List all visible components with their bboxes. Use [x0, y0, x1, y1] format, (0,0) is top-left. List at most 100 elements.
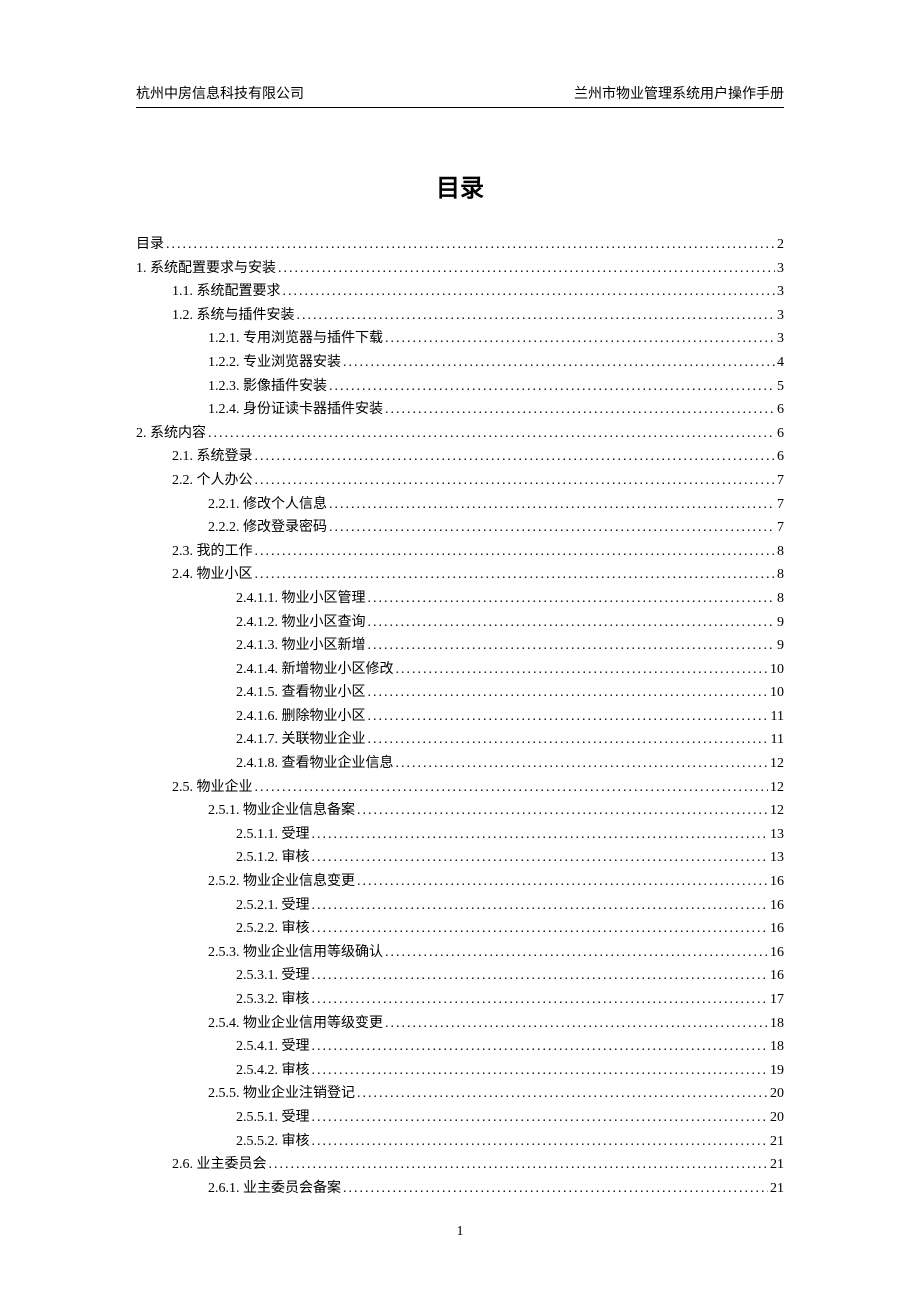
toc-entry[interactable]: 2.4.1.4. 新增物业小区修改 10: [136, 658, 784, 682]
toc-entry[interactable]: 2.1. 系统登录6: [136, 445, 784, 469]
toc-leader-dots: [385, 941, 768, 965]
toc-entry-page: 5: [777, 375, 784, 399]
toc-entry[interactable]: 2.5.1.1. 受理13: [136, 823, 784, 847]
toc-entry-label: 2.5.5.1. 受理: [236, 1106, 310, 1130]
toc-leader-dots: [297, 304, 776, 328]
toc-entry-page: 12: [770, 752, 784, 776]
toc-entry-page: 16: [770, 870, 784, 894]
toc-leader-dots: [368, 705, 769, 729]
toc-entry-page: 7: [777, 516, 784, 540]
toc-leader-dots: [208, 422, 775, 446]
toc-entry-label: 1.2.4. 身份证读卡器插件安装: [208, 398, 383, 422]
toc-leader-dots: [278, 257, 775, 281]
toc-leader-dots: [343, 1177, 768, 1201]
toc-leader-dots: [368, 728, 769, 752]
toc-entry[interactable]: 2.5.4.1. 受理18: [136, 1035, 784, 1059]
toc-entry[interactable]: 1.2.2. 专业浏览器安装4: [136, 351, 784, 375]
toc-entry-page: 12: [770, 799, 784, 823]
toc-entry[interactable]: 2.4.1.5. 查看物业小区10: [136, 681, 784, 705]
toc-leader-dots: [312, 917, 769, 941]
toc-entry-label: 2.5.5.2. 审核: [236, 1130, 310, 1154]
toc-entry-page: 6: [777, 445, 784, 469]
toc-leader-dots: [312, 823, 769, 847]
toc-entry[interactable]: 目录2: [136, 233, 784, 257]
toc-entry-page: 8: [777, 587, 784, 611]
toc-entry-label: 2.4.1.2. 物业小区查询: [236, 611, 366, 635]
toc-entry-page: 3: [777, 304, 784, 328]
toc-entry[interactable]: 2.5.1.2. 审核13: [136, 846, 784, 870]
toc-entry-label: 2.4.1.3. 物业小区新增: [236, 634, 366, 658]
page-header: 杭州中房信息科技有限公司 兰州市物业管理系统用户操作手册: [136, 83, 784, 108]
toc-entry[interactable]: 2.6. 业主委员会21: [136, 1153, 784, 1177]
toc-entry[interactable]: 2.5.5. 物业企业注销登记20: [136, 1082, 784, 1106]
toc-entry[interactable]: 2.4. 物业小区8: [136, 563, 784, 587]
toc-entry[interactable]: 1. 系统配置要求与安装3: [136, 257, 784, 281]
header-right: 兰州市物业管理系统用户操作手册: [574, 83, 784, 103]
toc-entry[interactable]: 2.2.1. 修改个人信息7: [136, 493, 784, 517]
toc-entry-label: 2.5.1.1. 受理: [236, 823, 310, 847]
toc-entry[interactable]: 2.4.1.6. 删除物业小区11: [136, 705, 784, 729]
toc-leader-dots: [385, 1012, 768, 1036]
toc-leader-dots: [396, 752, 769, 776]
toc-entry-page: 2: [777, 233, 784, 257]
toc-entry[interactable]: 2.4.1.8. 查看物业企业信息 12: [136, 752, 784, 776]
toc-entry[interactable]: 1.2.3. 影像插件安装5: [136, 375, 784, 399]
toc-entry-label: 2.2.2. 修改登录密码: [208, 516, 327, 540]
toc-leader-dots: [269, 1153, 769, 1177]
toc-leader-dots: [312, 1130, 769, 1154]
toc-entry[interactable]: 2. 系统内容6: [136, 422, 784, 446]
toc-entry[interactable]: 1.1. 系统配置要求3: [136, 280, 784, 304]
toc-entry[interactable]: 2.5.2. 物业企业信息变更16: [136, 870, 784, 894]
toc-entry[interactable]: 2.5.3.1. 受理16: [136, 964, 784, 988]
toc-entry-label: 2.6. 业主委员会: [172, 1153, 267, 1177]
toc-entry-page: 9: [777, 611, 784, 635]
toc-entry-page: 9: [777, 634, 784, 658]
toc-entry-label: 2.6.1. 业主委员会备案: [208, 1177, 341, 1201]
toc-entry-label: 2.2. 个人办公: [172, 469, 253, 493]
toc-entry[interactable]: 2.5.2.1. 受理16: [136, 894, 784, 918]
toc-entry[interactable]: 2.4.1.1. 物业小区管理8: [136, 587, 784, 611]
toc-entry[interactable]: 2.5.5.2. 审核 21: [136, 1130, 784, 1154]
toc-entry[interactable]: 2.2. 个人办公7: [136, 469, 784, 493]
toc-entry[interactable]: 1.2.4. 身份证读卡器插件安装 6: [136, 398, 784, 422]
toc-leader-dots: [357, 799, 768, 823]
toc-entry[interactable]: 2.5.3.2. 审核17: [136, 988, 784, 1012]
toc-entry[interactable]: 2.4.1.3. 物业小区新增 9: [136, 634, 784, 658]
toc-entry[interactable]: 2.2.2. 修改登录密码 7: [136, 516, 784, 540]
toc-leader-dots: [385, 398, 775, 422]
toc-leader-dots: [329, 375, 775, 399]
toc-entry[interactable]: 2.5.3. 物业企业信用等级确认16: [136, 941, 784, 965]
toc-title: 目录: [136, 168, 784, 203]
toc-entry[interactable]: 2.3. 我的工作8: [136, 540, 784, 564]
toc-entry-page: 10: [770, 658, 784, 682]
toc-entry-label: 2.5. 物业企业: [172, 776, 253, 800]
toc-entry[interactable]: 2.5.2.2. 审核16: [136, 917, 784, 941]
toc-entry-label: 2.5.2.2. 审核: [236, 917, 310, 941]
toc-entry-page: 3: [777, 327, 784, 351]
toc-entry-page: 16: [770, 941, 784, 965]
toc-entry[interactable]: 2.5.1. 物业企业信息备案12: [136, 799, 784, 823]
toc-entry[interactable]: 1.2. 系统与插件安装3: [136, 304, 784, 328]
toc-entry-page: 6: [777, 398, 784, 422]
toc-entry-page: 21: [770, 1130, 784, 1154]
toc-entry[interactable]: 2.5.4.2. 审核19: [136, 1059, 784, 1083]
toc-entry-page: 16: [770, 894, 784, 918]
toc-entry-page: 17: [770, 988, 784, 1012]
toc-entry-page: 10: [770, 681, 784, 705]
toc-entry-page: 20: [770, 1106, 784, 1130]
toc-leader-dots: [312, 988, 769, 1012]
toc-entry[interactable]: 2.5. 物业企业12: [136, 776, 784, 800]
toc-entry[interactable]: 1.2.1. 专用浏览器与插件下载3: [136, 327, 784, 351]
toc-entry[interactable]: 2.4.1.2. 物业小区查询 9: [136, 611, 784, 635]
toc-entry[interactable]: 2.4.1.7. 关联物业企业11: [136, 728, 784, 752]
toc-entry[interactable]: 2.5.4. 物业企业信用等级变更18: [136, 1012, 784, 1036]
toc-entry-page: 18: [770, 1035, 784, 1059]
toc-entry-page: 13: [770, 846, 784, 870]
toc-entry-page: 11: [771, 705, 784, 729]
toc-entry-label: 2.4.1.8. 查看物业企业信息: [236, 752, 394, 776]
toc-leader-dots: [368, 587, 776, 611]
toc-entry[interactable]: 2.5.5.1. 受理 20: [136, 1106, 784, 1130]
document-page: 杭州中房信息科技有限公司 兰州市物业管理系统用户操作手册 目录 目录21. 系统…: [0, 0, 920, 1200]
toc-entry[interactable]: 2.6.1. 业主委员会备案21: [136, 1177, 784, 1201]
toc-entry-label: 2.4.1.4. 新增物业小区修改: [236, 658, 394, 682]
